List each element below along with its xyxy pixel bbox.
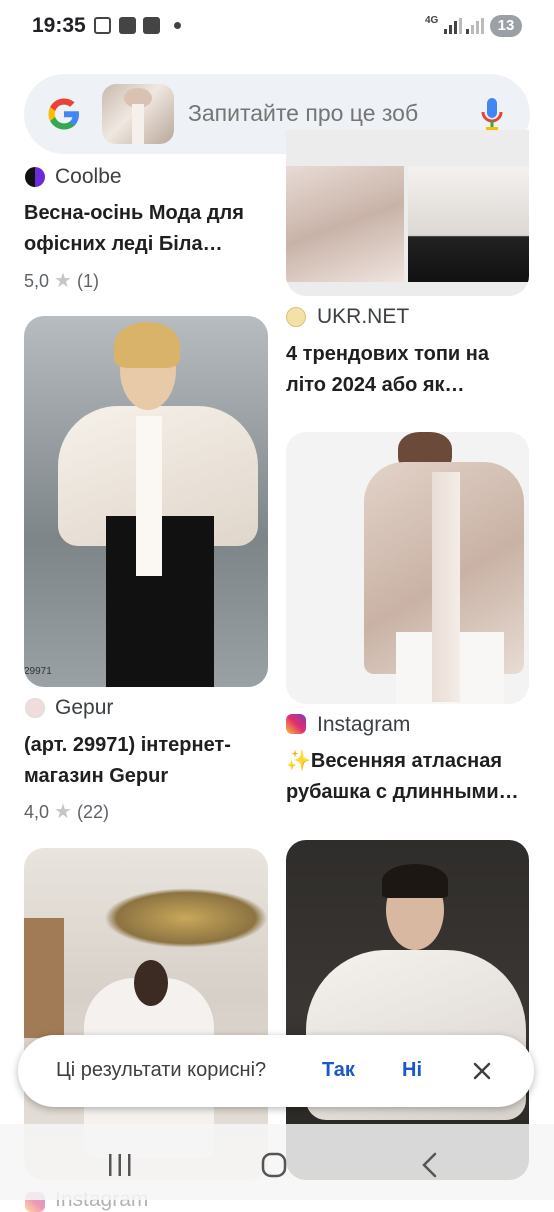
ukrnet-logo-icon [286, 307, 306, 327]
result-title[interactable]: (арт. 29971) інтернет-магазин Gepur [24, 730, 269, 792]
feedback-question: Ці результати корисні? [56, 1059, 267, 1081]
result-source[interactable]: Coolbe [55, 165, 122, 189]
result-title[interactable]: Весна-осінь Мода для офісних леді Біла… [24, 198, 269, 260]
signal-icon-2 [466, 18, 484, 34]
instagram-logo-icon [286, 714, 306, 734]
image-watermark-text: 29971 [24, 666, 52, 677]
google-logo-icon[interactable] [46, 96, 82, 132]
result-title[interactable]: ✨Весенняя атласная рубашка с длинными… [286, 746, 531, 808]
network-label: 4G [425, 15, 439, 26]
star-icon: ★ [54, 270, 72, 292]
result-rating: 4,0 ★ (22) [24, 799, 109, 824]
screenshot-icon [94, 17, 111, 34]
result-rating: 5,0 ★ (1) [24, 268, 99, 293]
home-icon[interactable] [260, 1151, 288, 1179]
result-source[interactable]: UKR.NET [317, 305, 409, 329]
notification-dot-icon [174, 22, 181, 29]
result-image[interactable] [286, 130, 529, 296]
alert-icon [119, 17, 136, 34]
back-icon[interactable] [418, 1151, 442, 1179]
search-input[interactable] [188, 100, 458, 127]
status-time: 19:35 [32, 14, 86, 37]
feedback-yes-button[interactable]: Так [322, 1059, 355, 1082]
result-image[interactable]: 29971 [24, 316, 268, 687]
result-image[interactable] [286, 432, 529, 704]
result-source[interactable]: Instagram [317, 713, 410, 737]
samsung-s-icon [143, 17, 160, 34]
rating-value: 5,0 [24, 271, 50, 291]
review-count: (22) [77, 802, 110, 822]
star-icon: ★ [54, 801, 72, 823]
close-icon[interactable] [472, 1061, 492, 1081]
gepur-logo-icon [25, 698, 45, 718]
battery-badge: 13 [490, 15, 522, 37]
recents-icon[interactable] [106, 1151, 134, 1179]
feedback-no-button[interactable]: Ні [402, 1059, 422, 1082]
microphone-icon[interactable] [480, 96, 504, 132]
rating-value: 4,0 [24, 802, 50, 822]
result-source[interactable]: Gepur [55, 696, 113, 720]
signal-icon [444, 18, 462, 34]
coolbe-logo-icon [25, 167, 45, 187]
result-title[interactable]: 4 трендових топи на літо 2024 або як… [286, 339, 531, 401]
review-count: (1) [77, 271, 99, 291]
query-image-thumbnail[interactable] [102, 84, 174, 144]
